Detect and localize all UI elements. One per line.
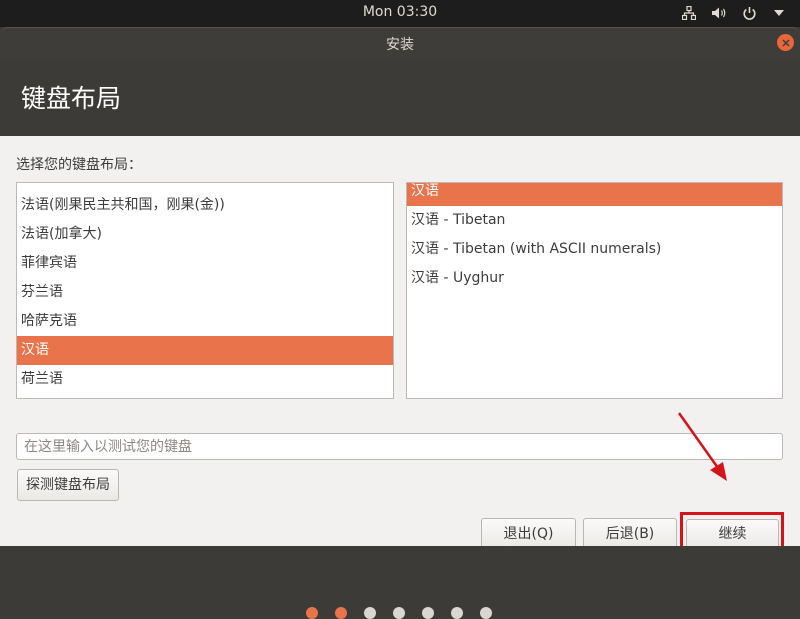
- volume-icon[interactable]: [710, 3, 728, 23]
- power-icon[interactable]: [740, 3, 758, 23]
- system-tray[interactable]: [680, 3, 788, 23]
- layout-item[interactable]: 汉语: [17, 336, 393, 365]
- layout-item[interactable]: 法语(刚果民主共和国，刚果(金)): [17, 191, 393, 220]
- variant-item[interactable]: 汉语 - Uyghur: [407, 264, 782, 293]
- variant-item[interactable]: 汉语 - Tibetan: [407, 206, 782, 235]
- network-icon[interactable]: [680, 3, 698, 23]
- content-area: 选择您的键盘布局： 法语(刚果民主共和国，刚果(金)) 法语(加拿大) 菲律宾语 芬兰…: [0, 136, 800, 556]
- page-header: 键盘布局: [0, 59, 800, 136]
- top-panel: Mon 03:30: [0, 0, 800, 27]
- layout-item[interactable]: 法语(加拿大): [17, 220, 393, 249]
- layout-list[interactable]: 法语(刚果民主共和国，刚果(金)) 法语(加拿大) 菲律宾语 芬兰语 哈萨克语 汉语 荷兰语: [16, 182, 394, 399]
- layout-item[interactable]: 菲律宾语: [17, 249, 393, 278]
- progress-dot: [422, 607, 434, 619]
- layout-prompt-label: 选择您的键盘布局：: [16, 157, 142, 173]
- layout-item[interactable]: 荷兰语: [17, 365, 393, 394]
- progress-dot: [306, 607, 318, 619]
- progress-dot: [451, 607, 463, 619]
- variant-list[interactable]: 汉语 汉语 - Tibetan 汉语 - Tibetan (with ASCII n…: [406, 182, 783, 399]
- window-titlebar[interactable]: 安装: [0, 27, 800, 59]
- menu-arrow-icon[interactable]: [770, 3, 788, 23]
- window-title: 安装: [386, 37, 414, 53]
- page-title: 键盘布局: [21, 84, 122, 113]
- list-scroll-offset: [17, 183, 393, 191]
- detect-layout-button[interactable]: 探测键盘布局: [17, 469, 119, 501]
- progress-dot: [393, 607, 405, 619]
- variant-item[interactable]: 汉语 - Tibetan (with ASCII numerals): [407, 235, 782, 264]
- variant-item[interactable]: 汉语: [407, 183, 782, 206]
- installer-window: 安装 键盘布局 选择您的键盘布局： 法语(刚果民主共和国，刚果(金)) 法语(加拿…: [0, 27, 800, 619]
- installer-footer: [0, 546, 800, 619]
- progress-dots: [306, 607, 492, 619]
- progress-dot: [335, 607, 347, 619]
- close-button[interactable]: [777, 34, 794, 51]
- close-icon: [781, 38, 790, 47]
- progress-dot: [364, 607, 376, 619]
- layout-item[interactable]: 芬兰语: [17, 278, 393, 307]
- keyboard-test-input[interactable]: [16, 433, 783, 460]
- progress-dot: [480, 607, 492, 619]
- layout-item[interactable]: 哈萨克语: [17, 307, 393, 336]
